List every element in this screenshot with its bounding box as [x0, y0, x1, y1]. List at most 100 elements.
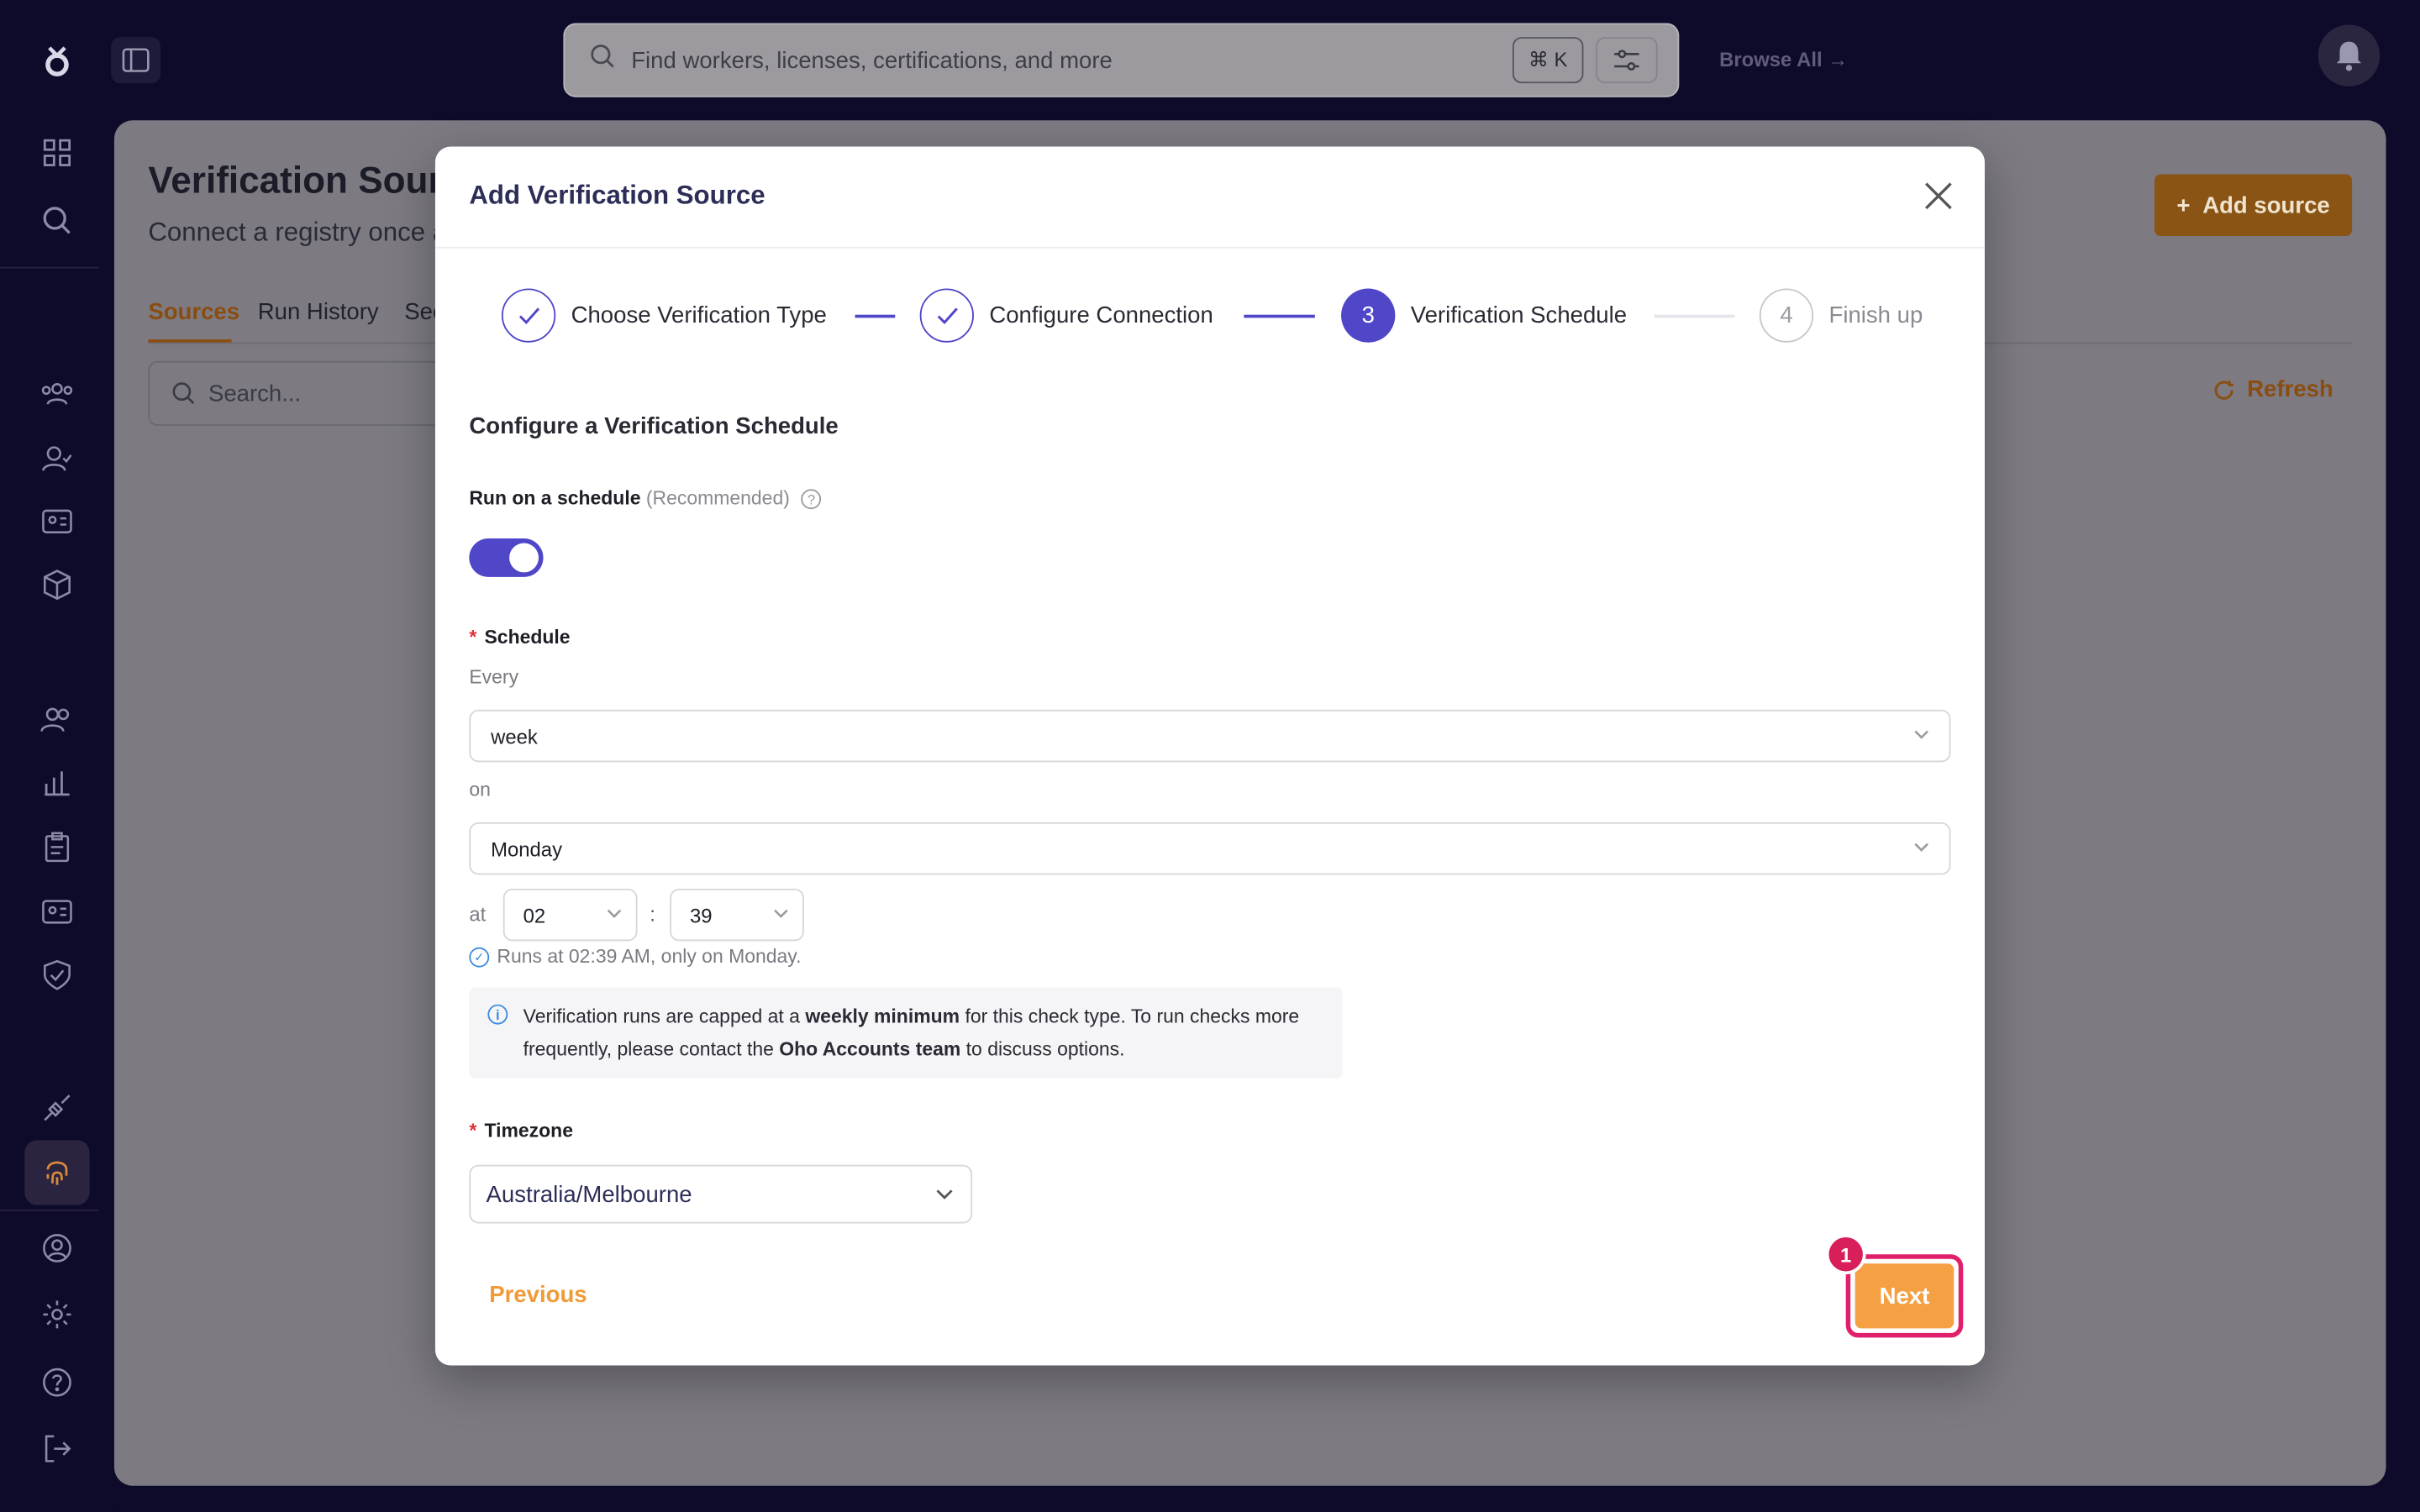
add-source-button[interactable]: + Add source [2154, 174, 2353, 237]
info-icon: i [487, 1004, 508, 1025]
search-icon[interactable] [34, 197, 80, 244]
id-card-icon[interactable] [34, 498, 80, 544]
step-number: 3 [1341, 288, 1396, 343]
step-label: Choose Verification Type [571, 302, 827, 329]
time-separator: : [650, 902, 655, 927]
refresh-button[interactable]: Refresh [2213, 376, 2333, 402]
step-number: 4 [1759, 288, 1814, 343]
sources-search-placeholder: Search... [208, 380, 302, 407]
grid-icon[interactable] [34, 129, 80, 176]
package-icon[interactable] [34, 562, 80, 608]
clipboard-icon[interactable] [34, 824, 80, 870]
every-label: Every [469, 666, 519, 689]
step-choose-verification-type[interactable]: Choose Verification Type [501, 288, 827, 343]
settings-gear-icon[interactable] [34, 1291, 80, 1337]
keyboard-shortcut-badge: ⌘ K [1512, 37, 1584, 84]
user-check-icon[interactable] [34, 435, 80, 481]
chevron-down-icon [1914, 843, 1928, 852]
check-circle-icon: ✓ [469, 946, 490, 967]
info-text-3: to discuss options. [960, 1038, 1125, 1060]
sources-search-input[interactable]: Search... [148, 360, 457, 426]
stepper: Choose Verification Type Configure Conne… [469, 288, 1950, 344]
annotation-badge: 1 [1825, 1234, 1866, 1275]
fingerprint-icon[interactable] [34, 1149, 80, 1195]
info-alert-text: Verification runs are capped at a weekly… [523, 1001, 1334, 1066]
logo-icon[interactable] [34, 37, 80, 83]
modal-title: Add Verification Source [469, 180, 765, 210]
tab-run-history[interactable]: Run History [258, 299, 379, 325]
run-on-schedule-label: Run on a schedule (Recommended) ? [469, 487, 822, 510]
search-icon [590, 43, 616, 76]
timezone-label-text: Timezone [484, 1120, 573, 1142]
global-search-bar[interactable]: Find workers, licenses, certifications, … [563, 23, 1680, 97]
minute-value: 39 [690, 903, 713, 927]
toggle-knob [509, 543, 539, 573]
step-label: Finish up [1828, 302, 1923, 329]
frequency-value: week [491, 724, 538, 748]
schedule-label-text: Schedule [484, 626, 571, 648]
day-select[interactable]: Monday [469, 822, 1951, 875]
refresh-icon [2214, 380, 2233, 399]
profile-icon[interactable] [34, 1225, 80, 1271]
step-configure-connection[interactable]: Configure Connection [919, 288, 1213, 343]
section-title: Configure a Verification Schedule [469, 413, 839, 440]
required-marker: * [469, 1120, 477, 1142]
info-bold-1: weekly minimum [805, 1005, 960, 1028]
notifications-bell-icon[interactable] [2317, 24, 2381, 87]
step-connector [1654, 314, 1735, 318]
chevron-down-icon [607, 909, 622, 918]
schedule-summary-text: Runs at 02:39 AM, only on Monday. [497, 945, 802, 968]
close-icon[interactable] [1917, 175, 1960, 218]
chevron-down-icon [936, 1189, 953, 1200]
step-connector [855, 314, 896, 318]
check-icon [501, 288, 556, 343]
add-verification-source-modal: Add Verification Source Choose Verificat… [434, 146, 1985, 1366]
step-verification-schedule[interactable]: 3 Verification Schedule [1341, 288, 1628, 343]
timezone-label: * Timezone [469, 1120, 573, 1142]
recommended-text: (Recommended) [645, 487, 790, 510]
help-icon[interactable] [34, 1359, 80, 1405]
plus-icon: + [2176, 192, 2191, 218]
plug-icon[interactable] [34, 1084, 80, 1131]
chevron-down-icon [774, 909, 788, 918]
at-label: at [469, 902, 487, 927]
search-filter-button[interactable] [1596, 37, 1658, 84]
browse-all-link[interactable]: Browse All → [1719, 48, 1848, 71]
minute-select[interactable]: 39 [670, 888, 804, 942]
search-icon [172, 382, 195, 405]
refresh-label: Refresh [2247, 376, 2333, 403]
on-label: on [469, 779, 491, 801]
schedule-label: * Schedule [469, 627, 570, 648]
sidebar [0, 0, 114, 1512]
reports-icon[interactable] [34, 759, 80, 806]
help-icon[interactable]: ? [801, 489, 822, 510]
run-on-schedule-toggle[interactable] [469, 538, 544, 577]
logout-icon[interactable] [34, 1425, 80, 1472]
timezone-select[interactable]: Australia/Melbourne [469, 1164, 973, 1224]
next-button[interactable]: Next [1854, 1263, 1954, 1329]
info-bold-2: Oho Accounts team [779, 1038, 961, 1060]
frequency-select[interactable]: week [469, 709, 1951, 763]
info-text-1: Verification runs are capped at a [523, 1005, 806, 1028]
shield-check-icon[interactable] [34, 952, 80, 998]
modal-header: Add Verification Source [434, 146, 1985, 249]
step-label: Configure Connection [989, 302, 1213, 329]
chevron-down-icon [1914, 730, 1928, 739]
check-icon [919, 288, 974, 343]
tab-sources[interactable]: Sources [148, 299, 239, 325]
schedule-summary: ✓ Runs at 02:39 AM, only on Monday. [469, 946, 801, 968]
add-source-label: Add source [2202, 192, 2330, 218]
previous-button[interactable]: Previous [489, 1282, 587, 1308]
sidebar-toggle-button[interactable] [111, 37, 161, 84]
credential-icon[interactable] [34, 889, 80, 935]
step-finish-up[interactable]: 4 Finish up [1759, 288, 1923, 343]
step-connector [1244, 314, 1315, 318]
hour-select[interactable]: 02 [502, 888, 638, 942]
workers-icon[interactable] [34, 370, 80, 417]
day-value: Monday [491, 837, 563, 860]
timezone-value: Australia/Melbourne [486, 1180, 692, 1208]
hour-value: 02 [523, 903, 546, 927]
step-label: Verification Schedule [1410, 302, 1628, 329]
run-on-schedule-text: Run on a schedule [469, 487, 641, 510]
team-icon[interactable] [34, 696, 80, 742]
